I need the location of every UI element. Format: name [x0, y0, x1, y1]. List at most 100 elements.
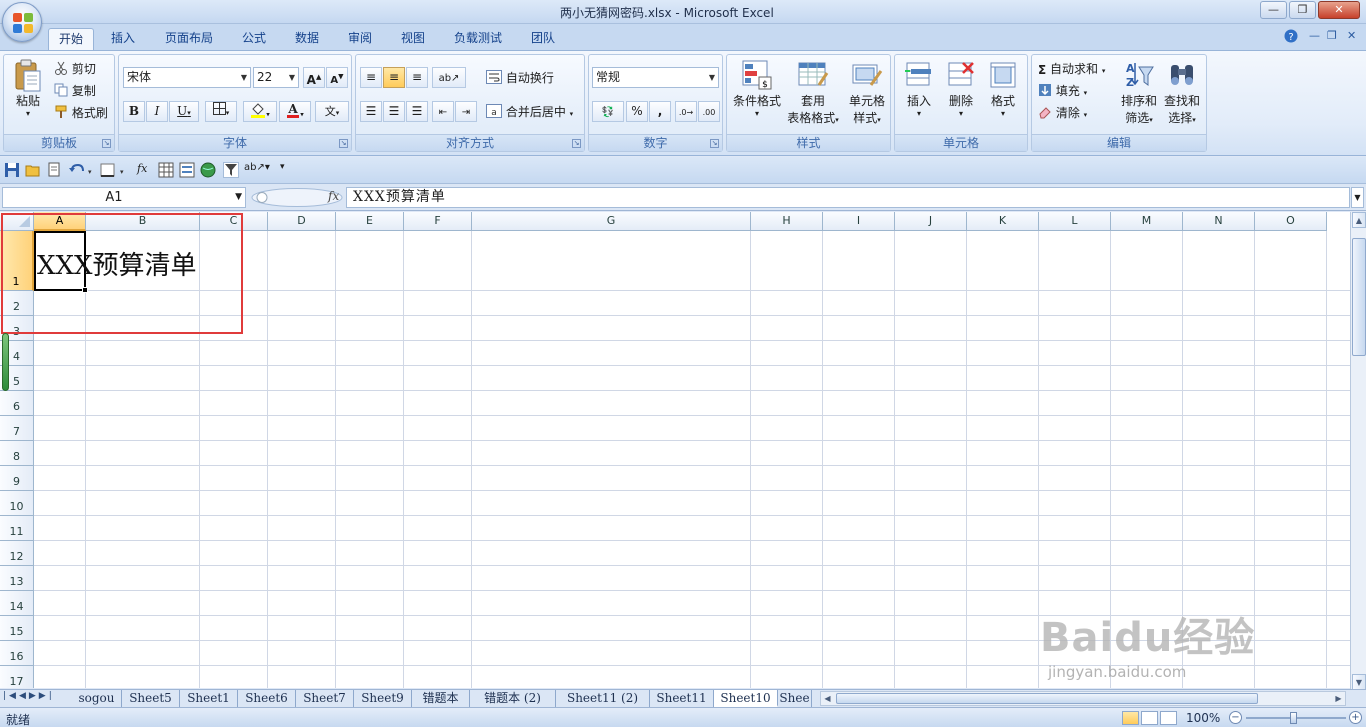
column-header-f[interactable]: F	[404, 212, 472, 231]
find-select-button[interactable]: 查找和 选择▾	[1160, 59, 1204, 129]
insert-cells-button[interactable]: 插入 ▾	[899, 59, 939, 118]
fill-button[interactable]: 填充 ▾	[1038, 82, 1087, 100]
formula-input[interactable]: XXX预算清单	[346, 187, 1350, 208]
sheet-tab[interactable]: Shee	[778, 690, 812, 707]
sheet-tab[interactable]: 错题本	[412, 690, 470, 707]
sheet-tab[interactable]: Sheet10	[714, 690, 778, 707]
help-icon[interactable]: ?	[1284, 29, 1298, 46]
bold-button[interactable]: B	[123, 101, 145, 122]
sheet-nav-arrows[interactable]: |◀◀▶▶|	[3, 691, 55, 701]
tab-view[interactable]: 视图	[393, 28, 433, 50]
orientation-button[interactable]: ab↗	[432, 67, 466, 88]
scroll-down-icon[interactable]: ▼	[1352, 674, 1366, 690]
undo-icon[interactable]: ▾	[68, 162, 94, 178]
align-left-button[interactable]: ☰	[360, 101, 382, 122]
zoom-in-icon[interactable]: +	[1349, 711, 1362, 724]
customize-qat-icon[interactable]: ▾	[280, 162, 296, 178]
delete-cells-button[interactable]: 删除 ▾	[941, 59, 981, 118]
row-header-14[interactable]: 14	[0, 591, 34, 616]
decrease-decimal-button[interactable]: .00	[698, 101, 720, 122]
column-header-j[interactable]: J	[895, 212, 967, 231]
column-header-e[interactable]: E	[336, 212, 404, 231]
zoom-level[interactable]: 100%	[1186, 711, 1220, 725]
align-right-button[interactable]: ☰	[406, 101, 428, 122]
font-size-select[interactable]: 22 ▼	[253, 67, 299, 88]
table-grid-icon[interactable]	[158, 162, 174, 178]
comma-button[interactable]: ,	[649, 101, 671, 122]
autosum-button[interactable]: Σ 自动求和 ▾	[1038, 60, 1105, 77]
column-header-d[interactable]: D	[268, 212, 336, 231]
column-header-h[interactable]: H	[751, 212, 823, 231]
sheet-tab[interactable]: 错题本 (2)	[470, 690, 556, 707]
column-header-g[interactable]: G	[472, 212, 751, 231]
paste-button[interactable]: 粘贴 ▾	[8, 59, 48, 118]
open-folder-icon[interactable]	[25, 162, 41, 178]
name-box[interactable]: A1 ▼	[2, 187, 246, 208]
row-header-6[interactable]: 6	[0, 391, 34, 416]
scroll-right-icon[interactable]: ▶	[1332, 692, 1345, 705]
insert-function-icon[interactable]: fx	[137, 162, 153, 178]
vertical-scroll-thumb[interactable]	[1352, 238, 1366, 356]
row-header-7[interactable]: 7	[0, 416, 34, 441]
row-header-10[interactable]: 10	[0, 491, 34, 516]
row-header-8[interactable]: 8	[0, 441, 34, 466]
format-painter-button[interactable]: 格式刷	[54, 104, 108, 122]
align-middle-button[interactable]: ≡	[383, 67, 405, 88]
office-button[interactable]	[2, 2, 42, 42]
sheet-tab[interactable]: sogou	[72, 690, 122, 707]
tab-review[interactable]: 审阅	[340, 28, 380, 50]
sheet-tab[interactable]: Sheet11 (2)	[556, 690, 650, 707]
minimize-button[interactable]: —	[1260, 1, 1287, 19]
sheet-tab[interactable]: Sheet1	[180, 690, 238, 707]
orientation-qat-icon[interactable]: ab↗▾	[244, 162, 270, 178]
tab-team[interactable]: 团队	[523, 28, 563, 50]
column-header-m[interactable]: M	[1111, 212, 1183, 231]
column-header-i[interactable]: I	[823, 212, 895, 231]
globe-icon[interactable]	[200, 162, 216, 178]
number-launcher-icon[interactable]: ↘	[710, 139, 719, 148]
decrease-indent-button[interactable]: ⇤	[432, 101, 454, 122]
percent-button[interactable]: %	[626, 101, 648, 122]
tab-insert[interactable]: 插入	[103, 28, 143, 50]
underline-button[interactable]: U▾	[169, 101, 199, 122]
column-header-l[interactable]: L	[1039, 212, 1111, 231]
zoom-slider-knob[interactable]	[1290, 712, 1297, 724]
horizontal-scroll-thumb[interactable]	[836, 693, 1258, 704]
phonetic-button[interactable]: 文▾	[315, 101, 349, 122]
sheet-tab[interactable]: Sheet7	[296, 690, 354, 707]
vertical-scrollbar[interactable]: ▲ ▼	[1350, 212, 1366, 690]
wrap-text-button[interactable]: 自动换行	[486, 69, 554, 87]
clipboard-launcher-icon[interactable]: ↘	[102, 139, 111, 148]
expand-formula-bar-icon[interactable]: ▼	[1351, 187, 1364, 208]
align-top-button[interactable]: ≡	[360, 67, 382, 88]
format-as-table-button[interactable]: 套用 表格格式▾	[783, 59, 843, 129]
borders-button[interactable]: ▾	[205, 101, 237, 122]
sheet-tab[interactable]: Sheet6	[238, 690, 296, 707]
number-format-select[interactable]: 常规 ▼	[592, 67, 719, 88]
row-header-9[interactable]: 9	[0, 466, 34, 491]
save-icon[interactable]	[4, 162, 20, 178]
row-header-16[interactable]: 16	[0, 641, 34, 666]
scroll-left-icon[interactable]: ◀	[821, 692, 834, 705]
tab-home[interactable]: 开始	[48, 28, 94, 50]
row-header-17[interactable]: 17	[0, 666, 34, 688]
row-header-15[interactable]: 15	[0, 616, 34, 641]
column-header-o[interactable]: O	[1255, 212, 1327, 231]
fill-color-button[interactable]: ▾	[243, 101, 277, 122]
italic-button[interactable]: I	[146, 101, 168, 122]
print-preview-icon[interactable]	[47, 162, 63, 178]
borders-qat-icon[interactable]: ▾	[100, 162, 128, 178]
accounting-format-button[interactable]: 💱	[592, 101, 624, 122]
column-header-k[interactable]: K	[967, 212, 1039, 231]
align-center-button[interactable]: ☰	[383, 101, 405, 122]
font-name-select[interactable]: 宋体 ▼	[123, 67, 251, 88]
form-icon[interactable]	[179, 162, 195, 178]
filter-icon[interactable]	[223, 162, 239, 178]
sort-filter-button[interactable]: AZ 排序和 筛选▾	[1118, 59, 1160, 129]
scroll-up-icon[interactable]: ▲	[1352, 212, 1366, 228]
sheet-tab[interactable]: Sheet9	[354, 690, 412, 707]
format-cells-button[interactable]: 格式 ▾	[983, 59, 1023, 118]
close-button[interactable]: ✕	[1318, 1, 1360, 19]
tab-load-test[interactable]: 负载测试	[446, 28, 510, 50]
tab-page-layout[interactable]: 页面布局	[157, 28, 221, 50]
